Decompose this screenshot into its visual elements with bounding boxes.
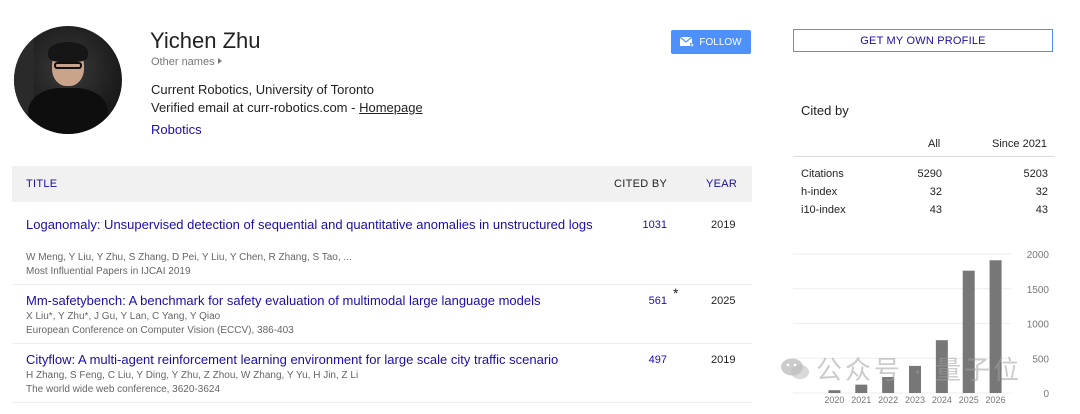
caret-right-icon xyxy=(217,58,222,64)
chart-ytick-label: 0 xyxy=(1043,389,1049,400)
cited-by-heading: Cited by xyxy=(801,103,849,118)
metrics-divider xyxy=(793,156,1055,157)
paper-authors: W Meng, Y Liu, Y Zhu, S Zhang, D Pei, Y … xyxy=(26,252,352,263)
paper-year: 2025 xyxy=(711,295,736,307)
get-my-own-profile-button[interactable]: GET MY OWN PROFILE xyxy=(793,29,1053,52)
metric-label: Citations xyxy=(801,168,844,180)
paper-venue: Most Influential Papers in IJCAI 2019 xyxy=(26,266,191,277)
col-since: Since 2021 xyxy=(992,138,1048,150)
paper-year: 2019 xyxy=(711,219,736,231)
chart-xtick-label: 2022 xyxy=(878,395,898,405)
wechat-icon xyxy=(781,358,809,379)
sort-by-cited[interactable]: CITED BY xyxy=(614,178,667,190)
row-divider xyxy=(12,402,752,403)
watermark-text: 公众号 · 量子位 xyxy=(816,355,1023,385)
chart-ytick-label: 1500 xyxy=(1027,285,1050,296)
paper-authors: X Liu*, Y Zhu*, J Gu, Y Lan, C Yang, Y Q… xyxy=(26,311,221,322)
chart-xtick-label: 2020 xyxy=(824,395,844,405)
chart-xtick-label: 2026 xyxy=(986,395,1006,405)
profile-avatar xyxy=(14,26,122,134)
profile-affiliation: Current Robotics, University of Toronto xyxy=(151,82,375,97)
cited-by-count-link[interactable]: 497 xyxy=(607,354,667,366)
cited-by-count-link[interactable]: 561 xyxy=(607,295,667,307)
chart-ytick-label: 500 xyxy=(1032,354,1049,365)
cited-by-count-link[interactable]: 1031 xyxy=(607,219,667,231)
paper-title-link[interactable]: Loganomaly: Unsupervised detection of se… xyxy=(26,216,616,233)
chart-bar-2020[interactable] xyxy=(828,390,841,393)
envelope-plus-icon xyxy=(680,37,695,47)
paper-venue: European Conference on Computer Vision (… xyxy=(26,325,294,336)
email-text: Verified email at curr-robotics.com - xyxy=(151,100,360,115)
sort-by-title[interactable]: TITLE xyxy=(26,178,57,190)
follow-label: FOLLOW xyxy=(699,36,742,48)
metric-since: 5203 xyxy=(1023,168,1048,180)
chart-xtick-label: 2023 xyxy=(905,395,925,405)
research-interest-link[interactable]: Robotics xyxy=(151,122,202,137)
follow-button[interactable]: FOLLOW xyxy=(671,30,751,54)
chart-xtick-label: 2021 xyxy=(851,395,871,405)
metric-label: h-index xyxy=(801,186,838,198)
metric-all: 43 xyxy=(929,204,942,216)
chart-ytick-label: 1000 xyxy=(1027,320,1050,331)
metric-label: i10-index xyxy=(801,204,846,216)
metric-all: 5290 xyxy=(917,168,942,180)
row-divider xyxy=(12,343,752,344)
row-divider xyxy=(12,284,752,285)
watermark: 公众号 · 量子位 xyxy=(780,350,1022,387)
paper-year: 2019 xyxy=(711,354,736,366)
chart-xtick-label: 2024 xyxy=(932,395,952,405)
paper-title-link[interactable]: Cityflow: A multi-agent reinforcement le… xyxy=(26,351,616,368)
profile-email: Verified email at curr-robotics.com - Ho… xyxy=(151,100,423,115)
other-names-label: Other names xyxy=(151,56,215,68)
col-all: All xyxy=(928,138,941,150)
paper-venue: The world wide web conference, 3620-3624 xyxy=(26,384,221,395)
paper-authors: H Zhang, S Feng, C Liu, Y Ding, Y Zhu, Z… xyxy=(26,370,359,381)
chart-ytick-label: 2000 xyxy=(1027,250,1050,261)
sort-by-year[interactable]: YEAR xyxy=(706,178,737,190)
metric-since: 32 xyxy=(1035,186,1048,198)
chart-xtick-label: 2025 xyxy=(959,395,979,405)
metric-since: 43 xyxy=(1035,204,1048,216)
merged-citations-star[interactable]: * xyxy=(673,285,678,301)
paper-title-link[interactable]: Mm-safetybench: A benchmark for safety e… xyxy=(26,292,616,309)
other-names-toggle[interactable]: Other names xyxy=(151,56,222,68)
homepage-link[interactable]: Homepage xyxy=(359,100,423,115)
metric-all: 32 xyxy=(929,186,942,198)
profile-name: Yichen Zhu xyxy=(150,28,261,53)
